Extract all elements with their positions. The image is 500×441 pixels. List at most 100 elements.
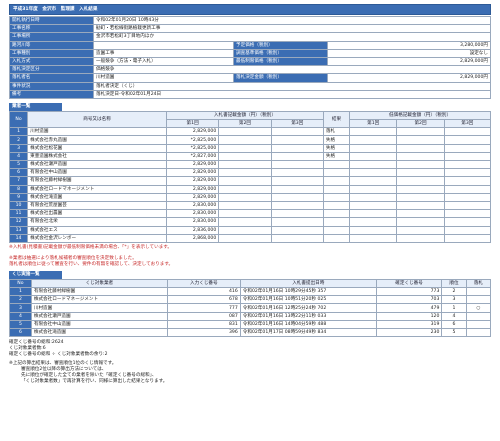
lottery-bidder-name: 有限会社中山造園 <box>30 319 168 330</box>
work-type-value: 造園工事 <box>93 48 234 58</box>
table-row: 5 株式会社瀬戸造園 2,829,000 <box>8 159 492 170</box>
bidder-amount-round-2 <box>218 168 272 178</box>
lottery-confirmed-number: 479 <box>375 303 443 313</box>
bidder-amount-round-1: *2,825,000 <box>165 135 220 145</box>
bidder-amount-round-2 <box>218 184 272 194</box>
info-label: 落札決定金額（税別） <box>233 73 328 83</box>
bidder-no: 3 <box>8 143 29 153</box>
lottery-input-number: 678 <box>166 295 241 305</box>
lottery-bidder-name: 有限会社藤村緑樹園 <box>30 287 168 297</box>
bidders-body: 1 川村造園 2,829,000 落札 2 株式会社赤丸造園 *2,825,000 失格 3 株式… <box>8 127 492 243</box>
page-title: 平成31年度 金沢市 監理課 入札結果 <box>9 4 491 15</box>
bidder-result <box>322 168 351 178</box>
bidder-amount-round-2 <box>218 127 272 137</box>
lottery-submitted-at: 令和02年01月17日 08時59分49秒 834 <box>239 327 377 338</box>
bidder-low-round-3 <box>443 176 492 186</box>
bidder-low-round-2 <box>396 209 445 219</box>
lottery-winner-mark: ○ <box>465 303 492 313</box>
lottery-confirmed-number: 120 <box>375 311 443 321</box>
bidder-name: 東豊造園株式会社 <box>27 151 167 162</box>
info-label: 入札方式 <box>9 56 94 67</box>
lottery-note-2: 落札者は順位に従って審査を行い、要件の有無を確認して、決定しております。 <box>9 261 174 267</box>
bidder-amount-round-1: 2,829,000 <box>165 127 220 137</box>
bidder-low-round-1 <box>349 176 398 186</box>
bidder-no: 5 <box>8 159 29 170</box>
bidder-amount-round-1: 2,830,000 <box>165 217 220 227</box>
lottery-no: 2 <box>9 295 32 305</box>
bidder-no: 1 <box>8 127 29 137</box>
bidder-name: 株式会社エス <box>27 225 167 235</box>
bidder-amount-round-1: *2,827,000 <box>165 151 220 162</box>
bidder-low-round-3 <box>443 217 492 227</box>
info-label: 落札者名 <box>9 73 94 83</box>
bidder-low-round-2 <box>396 192 445 202</box>
bidder-amount-round-3 <box>270 176 324 186</box>
table-row: 8 株式会社ロードマネージメント 2,829,000 <box>8 184 492 194</box>
bidder-amount-round-3 <box>270 168 324 178</box>
bidder-amount-round-2 <box>218 200 272 211</box>
lottery-winner-mark <box>465 295 492 305</box>
bidder-result: 失格 <box>322 143 351 153</box>
bidder-low-round-1 <box>349 135 398 145</box>
bidder-amount-round-3 <box>270 217 324 227</box>
bidder-name: 川村造園 <box>27 127 167 137</box>
info-row-decision-type: 落札決定区分 価格競争 <box>9 65 491 75</box>
table-row: 3 川村造園 777 令和02年01月16日 12時25分24秒 702 479 1 ○ <box>9 303 492 313</box>
bidder-amount-round-1: 2,830,000 <box>165 209 220 219</box>
lottery-rank: 4 <box>441 311 467 321</box>
lottery-col-rank: 順位 <box>441 278 467 289</box>
lottery-input-number: 777 <box>166 303 241 313</box>
bidder-low-round-3 <box>443 151 492 162</box>
route-value <box>93 40 234 50</box>
bidder-low-round-2 <box>396 159 445 170</box>
bidder-no: 6 <box>8 168 29 178</box>
info-row-project-name: 工事名称 勧町・若松線街路植栽更新工事 <box>9 24 491 34</box>
bidder-amount-round-2 <box>218 217 272 227</box>
winning-price-value: 2,829,000円 <box>327 73 491 83</box>
bidder-amount-round-1: 2,829,000 <box>165 176 220 186</box>
lottery-input-number: 087 <box>166 311 241 321</box>
bidder-no: 10 <box>8 200 29 211</box>
bidder-amount-round-2 <box>218 159 272 170</box>
bidder-low-round-2 <box>396 151 445 162</box>
table-row: 9 株式会社滝造園 2,829,000 <box>8 192 492 202</box>
table-row: 7 有限会社藤村緑樹園 2,829,000 <box>8 176 492 186</box>
lottery-submitted-at: 令和02年01月16日 14時04分59秒 488 <box>239 319 377 330</box>
lottery-input-number: 396 <box>166 327 241 338</box>
project-name-value: 勧町・若松線街路植栽更新工事 <box>93 24 491 34</box>
info-label: 工事名称 <box>9 24 94 34</box>
bidder-result: 失格 <box>322 135 351 145</box>
bidder-amount-round-1: 2,829,000 <box>165 184 220 194</box>
bidder-result <box>322 184 351 194</box>
lottery-col-time: 入札書提出日時 <box>239 278 377 289</box>
bidder-amount-round-2 <box>218 233 272 243</box>
bidder-amount-round-3 <box>270 192 324 202</box>
bidder-low-round-1 <box>349 233 398 243</box>
table-row: 12 有限会社北栄 2,830,000 <box>8 217 492 227</box>
col-round-2: 第2回 <box>218 119 272 129</box>
lottery-section-label: くじ実施一覧 <box>9 270 62 279</box>
bidder-low-round-2 <box>396 233 445 243</box>
bidder-name: 株式会社瀬戸造園 <box>27 159 167 170</box>
table-row: 4 株式会社瀬戸造園 087 令和02年01月16日 13時22分11秒 033 120… <box>9 311 492 321</box>
bidder-low-round-1 <box>349 168 398 178</box>
bidder-name: 株式会社出農園 <box>27 209 167 219</box>
col-result: 結果 <box>322 110 351 129</box>
table-row: 6 有限会社中山造園 2,829,000 <box>8 168 492 178</box>
bidder-low-round-1 <box>349 127 398 137</box>
bid-method-value: 一般競争（方法・電子入札） <box>93 56 234 67</box>
lottery-submitted-at: 令和02年01月16日 13時22分11秒 033 <box>239 311 377 321</box>
winner-value: 川村造園 <box>93 73 234 83</box>
bidder-low-round-3 <box>443 200 492 211</box>
lottery-no: 5 <box>9 319 32 330</box>
bidder-name: 有限会社北栄 <box>27 217 167 227</box>
lottery-no: 6 <box>9 327 32 338</box>
bidder-result <box>322 176 351 186</box>
bidder-amount-round-1: 2,829,000 <box>165 192 220 202</box>
bidder-amount-round-3 <box>270 151 324 162</box>
bidder-low-round-2 <box>396 127 445 137</box>
col-low-round-2: 第2回 <box>396 119 445 129</box>
lottery-col-lot: 入力くじ番号 <box>166 278 241 289</box>
lottery-rank: 1 <box>441 303 467 313</box>
table-row: 14 株式会社金沢レンボー 2,868,000 <box>8 233 492 243</box>
